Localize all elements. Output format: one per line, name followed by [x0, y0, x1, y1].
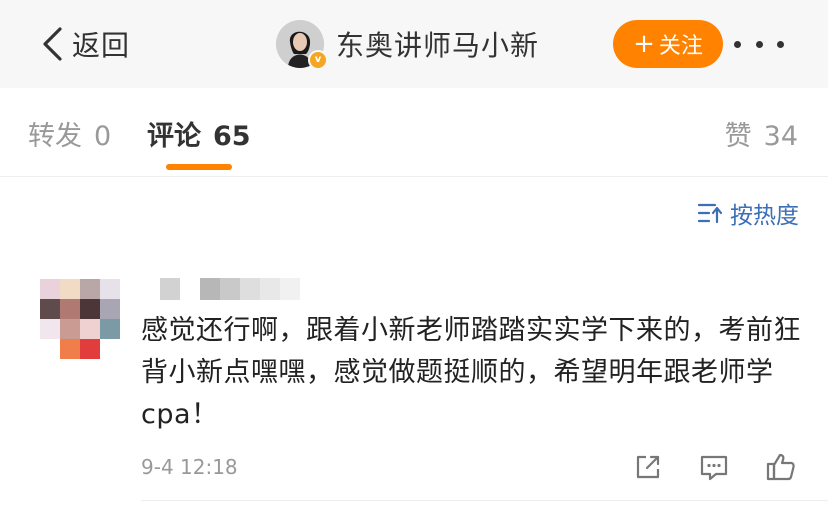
like-icon: [766, 453, 795, 481]
sort-button[interactable]: 按热度: [698, 196, 799, 230]
plus-icon: +: [633, 29, 655, 59]
active-tab-indicator: [166, 164, 232, 170]
tab-comment-count: 65: [213, 121, 251, 152]
tab-repost-label: 转发: [28, 121, 82, 152]
back-label: 返回: [72, 29, 131, 62]
sort-label: 按热度: [730, 203, 799, 229]
verified-badge-icon: v: [308, 50, 328, 70]
tab-repost[interactable]: 转发 0: [28, 114, 111, 153]
follow-label: 关注: [658, 34, 703, 59]
more-options-button[interactable]: [734, 32, 784, 56]
chevron-left-icon: [43, 27, 62, 61]
tab-like-count: 34: [763, 121, 798, 152]
share-button[interactable]: [632, 449, 664, 485]
tab-repost-count: 0: [94, 121, 112, 152]
like-button[interactable]: [765, 449, 797, 485]
share-icon: [636, 455, 660, 479]
comment-divider: [141, 500, 828, 501]
top-navigation-bar: 返回 v 东奥讲师马小新 + 关注: [0, 0, 828, 88]
more-dot-icon: [734, 40, 741, 48]
back-button[interactable]: 返回: [40, 24, 130, 64]
user-header[interactable]: v 东奥讲师马小新: [276, 19, 539, 70]
tab-comment[interactable]: 评论 65: [147, 114, 251, 153]
tab-like[interactable]: 赞 34: [725, 114, 798, 153]
avatar[interactable]: v: [276, 20, 328, 70]
tab-bar: 转发 0 评论 65 赞 34: [0, 88, 828, 177]
comment-timestamp: 9-4 12:18: [141, 455, 238, 479]
comment-text: 感觉还行啊，跟着小新老师踏踏实实学下来的，考前狂背小新点嘿嘿，感觉做题挺顺的，希…: [141, 315, 801, 430]
username[interactable]: 东奥讲师马小新: [336, 24, 539, 64]
tab-comment-label: 评论: [147, 121, 201, 152]
sort-icon: [698, 203, 722, 224]
follow-button[interactable]: + 关注: [613, 20, 723, 68]
more-dot-icon: [777, 40, 784, 48]
reply-icon: [700, 455, 728, 481]
commenter-name-redacted[interactable]: [160, 278, 300, 300]
reply-button[interactable]: [698, 449, 730, 485]
commenter-avatar[interactable]: [40, 279, 120, 359]
more-dot-icon: [755, 40, 763, 48]
tab-like-label: 赞: [724, 121, 752, 152]
